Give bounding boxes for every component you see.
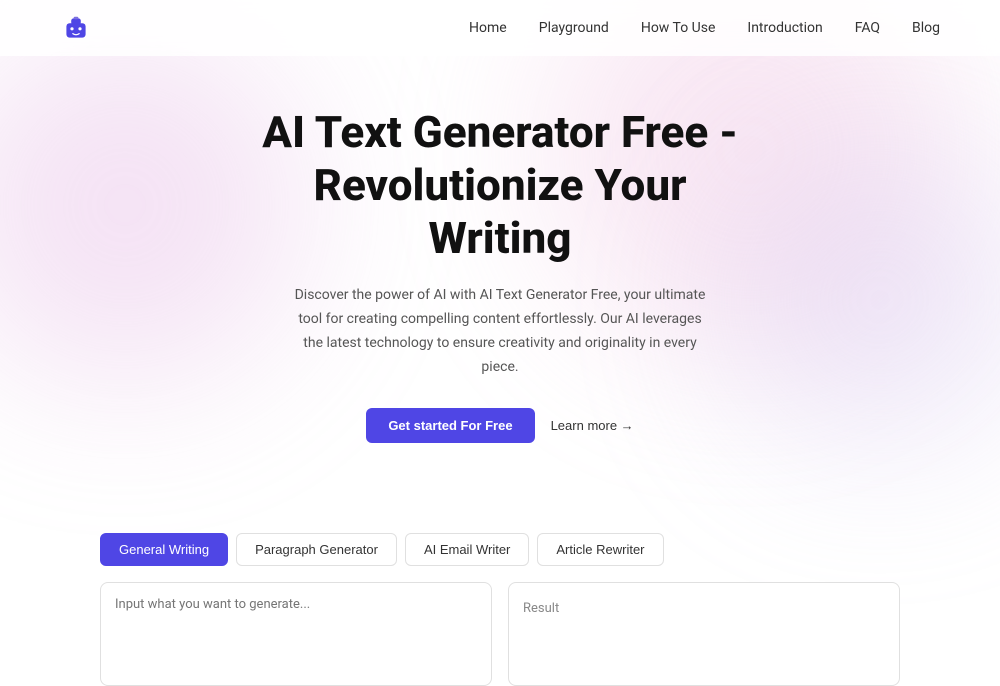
nav-faq[interactable]: FAQ — [855, 20, 880, 36]
input-pane[interactable] — [100, 582, 492, 686]
tab-ai-email-writer[interactable]: AI Email Writer — [405, 533, 529, 566]
nav-home[interactable]: Home — [469, 20, 507, 36]
navbar: Home Playground How To Use Introduction … — [0, 0, 1000, 56]
result-pane: Result — [508, 582, 900, 686]
learn-more-button[interactable]: Learn more → — [551, 418, 634, 433]
tab-article-rewriter[interactable]: Article Rewriter — [537, 533, 663, 566]
nav-links: Home Playground How To Use Introduction … — [469, 20, 940, 36]
tab-paragraph-generator[interactable]: Paragraph Generator — [236, 533, 397, 566]
logo[interactable] — [60, 12, 92, 44]
input-textarea[interactable] — [115, 597, 477, 667]
get-started-button[interactable]: Get started For Free — [366, 408, 534, 443]
nav-playground[interactable]: Playground — [539, 20, 609, 36]
hero-buttons: Get started For Free Learn more → — [20, 408, 980, 443]
tools-section: General Writing Paragraph Generator AI E… — [0, 473, 1000, 686]
hero-title: AI Text Generator Free -Revolutionize Yo… — [20, 106, 980, 264]
tabs-row: General Writing Paragraph Generator AI E… — [100, 533, 900, 566]
hero-subtitle: Discover the power of AI with AI Text Ge… — [290, 284, 710, 379]
editor-row: Result — [100, 582, 900, 686]
tab-general-writing[interactable]: General Writing — [100, 533, 228, 566]
nav-blog[interactable]: Blog — [912, 20, 940, 36]
result-label: Result — [523, 601, 559, 616]
hero-section: AI Text Generator Free -Revolutionize Yo… — [0, 56, 1000, 473]
nav-introduction[interactable]: Introduction — [747, 20, 822, 36]
logo-icon — [60, 12, 92, 44]
nav-how-to-use[interactable]: How To Use — [641, 20, 716, 36]
